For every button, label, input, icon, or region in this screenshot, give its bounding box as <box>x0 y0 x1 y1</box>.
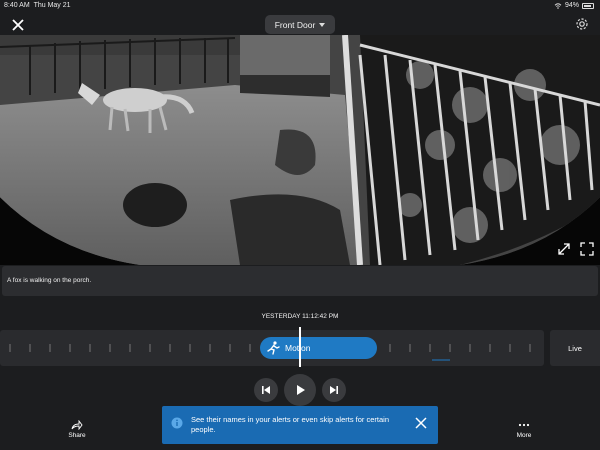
live-button[interactable]: Live <box>550 330 600 366</box>
expand-icon[interactable] <box>557 242 571 256</box>
share-icon <box>71 419 83 431</box>
skip-forward-icon <box>330 386 338 394</box>
feature-banner[interactable]: See their names in your alerts or even s… <box>162 406 438 444</box>
play-icon <box>297 385 305 395</box>
live-label: Live <box>568 343 582 353</box>
next-event-button[interactable] <box>322 378 346 402</box>
event-caption: A fox is walking on the porch. <box>2 266 598 296</box>
fullscreen-icon[interactable] <box>580 242 594 256</box>
status-right: 94% <box>554 2 594 9</box>
motion-event-pill[interactable]: Motion <box>260 337 377 359</box>
video-frame <box>0 35 600 265</box>
motion-label: Motion <box>285 343 311 353</box>
info-icon <box>171 417 183 429</box>
battery-percent: 94% <box>564 2 579 9</box>
timeline-playhead[interactable] <box>299 327 301 367</box>
camera-selector[interactable]: Front Door <box>265 15 335 34</box>
banner-text: See their names in your alerts or even s… <box>191 415 390 434</box>
camera-video-feed[interactable] <box>0 35 600 265</box>
top-bar: Front Door <box>0 12 600 40</box>
play-button[interactable] <box>284 374 316 406</box>
battery-icon <box>582 2 594 9</box>
close-icon[interactable] <box>414 416 428 430</box>
more-button[interactable]: More <box>508 420 540 439</box>
close-icon[interactable] <box>9 16 27 34</box>
caption-text: A fox is walking on the porch. <box>7 277 92 284</box>
previous-event-button[interactable] <box>254 378 278 402</box>
share-button[interactable]: Share <box>60 419 94 439</box>
gear-icon[interactable] <box>574 16 590 32</box>
running-person-icon <box>267 341 280 355</box>
share-label: Share <box>68 432 86 439</box>
more-icon <box>518 423 530 427</box>
status-bar: 8:40 AM Thu May 21 94% <box>0 0 600 12</box>
status-time: 8:40 AM Thu May 21 <box>4 2 71 9</box>
camera-name: Front Door <box>274 19 316 30</box>
chevron-down-icon <box>319 22 326 27</box>
skip-back-icon <box>262 386 270 394</box>
event-timestamp: YESTERDAY 11:12:42 PM <box>261 313 339 320</box>
more-label: More <box>516 432 532 439</box>
wifi-icon <box>554 2 562 9</box>
